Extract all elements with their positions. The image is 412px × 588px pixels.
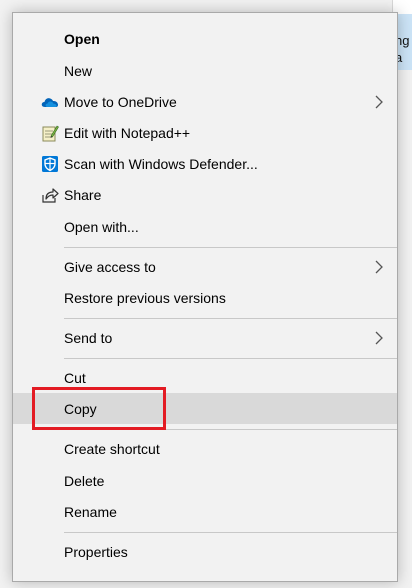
- menu-item-label: Send to: [64, 329, 113, 346]
- menu-item-label: Scan with Windows Defender...: [64, 155, 258, 172]
- menu-item-label: Edit with Notepad++: [64, 124, 191, 141]
- menu-item-edit-with-notepadpp[interactable]: Edit with Notepad++: [13, 117, 397, 148]
- menu-item-label: Open: [64, 30, 100, 47]
- onedrive-cloud-icon: [41, 93, 59, 111]
- menu-item-give-access-to[interactable]: Give access to: [13, 251, 397, 282]
- menu-item-properties[interactable]: Properties: [13, 536, 397, 567]
- share-icon: [41, 186, 59, 204]
- menu-item-label: Restore previous versions: [64, 289, 226, 306]
- menu-item-restore-previous-versions[interactable]: Restore previous versions: [13, 282, 397, 313]
- menu-item-move-to-onedrive[interactable]: Move to OneDrive: [13, 86, 397, 117]
- menu-item-scan-windows-defender[interactable]: Scan with Windows Defender...: [13, 148, 397, 179]
- menu-item-send-to[interactable]: Send to: [13, 322, 397, 353]
- menu-item-copy[interactable]: Copy: [13, 393, 397, 424]
- chevron-right-icon: [375, 95, 383, 109]
- menu-item-open[interactable]: Open: [13, 23, 397, 54]
- windows-defender-icon: [41, 155, 59, 173]
- chevron-right-icon: [375, 260, 383, 274]
- menu-item-label: Move to OneDrive: [64, 93, 177, 110]
- menu-separator: [64, 318, 397, 319]
- menu-item-label: New: [64, 62, 93, 79]
- menu-item-rename[interactable]: Rename: [13, 496, 397, 527]
- menu-item-label: Cut: [64, 369, 86, 386]
- context-menu: Open New Move to OneDrive Edit with Note…: [12, 12, 398, 582]
- menu-item-label: Open with...: [64, 218, 139, 235]
- menu-separator: [64, 247, 397, 248]
- menu-separator: [64, 358, 397, 359]
- menu-separator: [64, 532, 397, 533]
- menu-item-label: Properties: [64, 543, 128, 560]
- menu-item-share[interactable]: Share: [13, 179, 397, 210]
- menu-item-create-shortcut[interactable]: Create shortcut: [13, 433, 397, 464]
- menu-item-label: Share: [64, 186, 102, 203]
- menu-item-label: Copy: [64, 400, 97, 417]
- menu-item-label: Create shortcut: [64, 440, 160, 457]
- menu-separator: [64, 429, 397, 430]
- menu-item-delete[interactable]: Delete: [13, 465, 397, 496]
- menu-item-label: Rename: [64, 503, 117, 520]
- menu-item-label: Delete: [64, 472, 105, 489]
- menu-item-cut[interactable]: Cut: [13, 362, 397, 393]
- chevron-right-icon: [375, 331, 383, 345]
- menu-item-new[interactable]: New: [13, 55, 397, 86]
- menu-item-label: Give access to: [64, 258, 156, 275]
- notepadpp-icon: [41, 124, 59, 142]
- menu-item-open-with[interactable]: Open with...: [13, 211, 397, 242]
